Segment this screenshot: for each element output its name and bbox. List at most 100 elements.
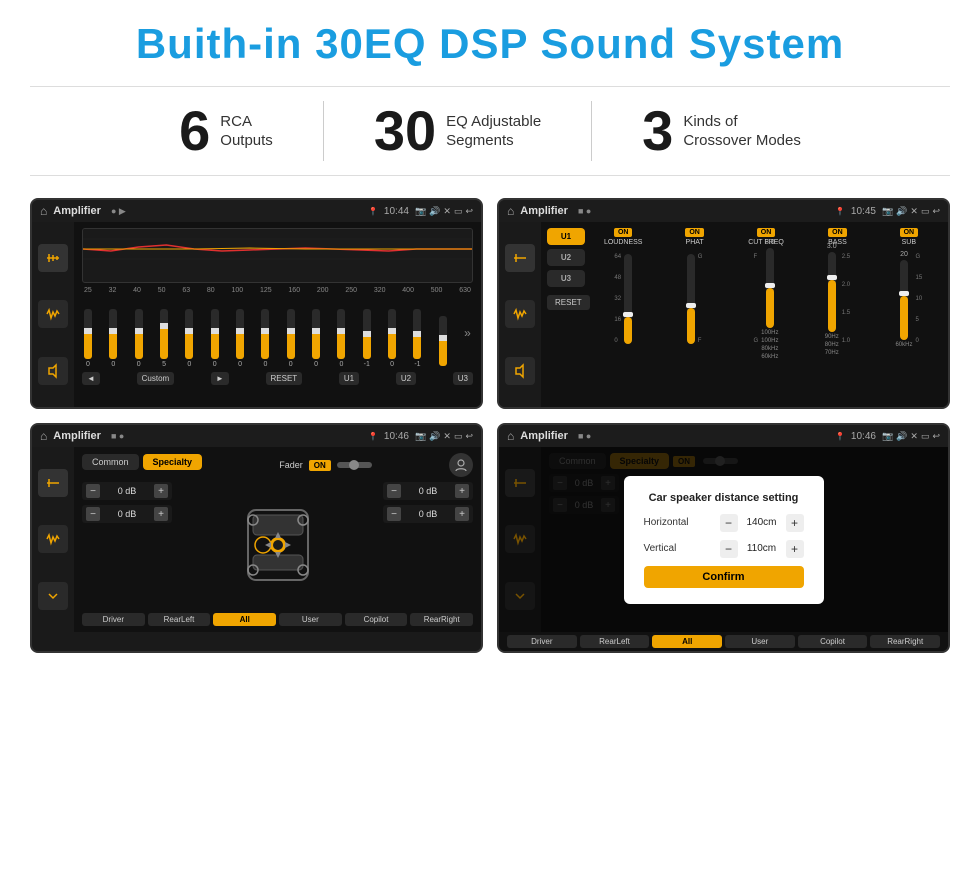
horizontal-minus-btn[interactable]: − xyxy=(720,514,738,532)
eq-slider-2[interactable]: 0 xyxy=(135,309,143,368)
eq-slider-7[interactable]: 0 xyxy=(261,309,269,368)
stat-text-crossover: Kinds ofCrossover Modes xyxy=(683,112,801,151)
sub-slider[interactable] xyxy=(900,260,908,340)
sidebar-eq-btn-2[interactable] xyxy=(505,244,535,272)
sidebar-eq-btn[interactable] xyxy=(38,244,68,272)
sidebar-wave-btn-3[interactable] xyxy=(38,525,68,553)
freq-label-1: 32 xyxy=(109,287,117,294)
rr-minus-btn[interactable]: − xyxy=(387,507,401,521)
tab-common[interactable]: Common xyxy=(82,454,139,470)
fader-label: Fader xyxy=(279,460,303,470)
camera-icon-3: 📷 xyxy=(415,431,426,442)
preset-u1[interactable]: U1 xyxy=(547,228,585,245)
camera-icon-1: 📷 xyxy=(415,206,426,217)
eq-u3-btn[interactable]: U3 xyxy=(453,372,473,385)
eq-reset-btn[interactable]: RESET xyxy=(266,372,303,385)
volume-icon-2: 🔊 xyxy=(896,206,907,217)
btn-rear-right-4[interactable]: RearRight xyxy=(870,635,940,648)
eq-slider-8[interactable]: 0 xyxy=(287,309,295,368)
sidebar-eq-btn-3[interactable] xyxy=(38,469,68,497)
btn-driver[interactable]: Driver xyxy=(82,613,145,626)
confirm-button[interactable]: Confirm xyxy=(644,566,804,588)
rl-minus-btn[interactable]: − xyxy=(86,507,100,521)
channel-sub: ON SUB 20 60kHz xyxy=(876,228,942,401)
cutfreq-scale-left: F G xyxy=(754,254,759,344)
rr-plus-btn[interactable]: + xyxy=(455,507,469,521)
speaker-right-controls: − 0 dB + − 0 dB + xyxy=(383,482,473,608)
eq-slider-14[interactable] xyxy=(439,316,447,368)
speaker-center-diagram xyxy=(180,482,375,608)
btn-all[interactable]: All xyxy=(213,613,276,626)
eq-slider-13[interactable]: -1 xyxy=(413,309,421,368)
sidebar-speaker-btn-2[interactable] xyxy=(505,357,535,385)
left-sidebar-2 xyxy=(499,222,541,407)
screen-content-4: Common Specialty ON − 0 dB + xyxy=(499,447,948,632)
eq-slider-9[interactable]: 0 xyxy=(312,309,320,368)
eq-u1-btn[interactable]: U1 xyxy=(339,372,359,385)
btn-rear-left-4[interactable]: RearLeft xyxy=(580,635,650,648)
channel-phat: ON PHAT G F xyxy=(661,228,727,401)
btn-copilot[interactable]: Copilot xyxy=(345,613,408,626)
sidebar-wave-btn-2[interactable] xyxy=(505,300,535,328)
vertical-value: 110cm xyxy=(742,543,782,554)
eq-slider-6[interactable]: 0 xyxy=(236,309,244,368)
sidebar-wave-btn[interactable] xyxy=(38,300,68,328)
fader-toggle[interactable]: ON xyxy=(309,460,331,471)
btn-user[interactable]: User xyxy=(279,613,342,626)
eq-area: 25 32 40 50 63 80 100 125 160 200 250 32… xyxy=(74,222,481,407)
sidebar-expand-btn-3[interactable] xyxy=(38,582,68,610)
sidebar-speaker-btn[interactable] xyxy=(38,357,68,385)
preset-u3[interactable]: U3 xyxy=(547,270,585,287)
screen-crossover: ⌂ Amplifier ■ ● 📍 10:45 📷 🔊 ✕ ▭ ↩ xyxy=(497,198,950,409)
btn-copilot-4[interactable]: Copilot xyxy=(798,635,868,648)
wifi-icon-3: ✕ xyxy=(443,431,451,442)
screenshots-grid: ⌂ Amplifier ● ▶ 📍 10:44 📷 🔊 ✕ ▭ ↩ xyxy=(30,198,950,653)
status-bar-4: ⌂ Amplifier ■ ● 📍 10:46 📷 🔊 ✕ ▭ ↩ xyxy=(499,425,948,447)
btn-rear-right[interactable]: RearRight xyxy=(410,613,473,626)
fr-minus-btn[interactable]: − xyxy=(387,484,401,498)
left-sidebar-1 xyxy=(32,222,74,407)
rl-plus-btn[interactable]: + xyxy=(154,507,168,521)
eq-slider-5[interactable]: 0 xyxy=(211,309,219,368)
loudness-slider[interactable] xyxy=(624,254,632,344)
profile-btn[interactable] xyxy=(449,453,473,477)
eq-slider-1[interactable]: 0 xyxy=(109,309,117,368)
fader-slider[interactable] xyxy=(337,462,372,468)
btn-rear-left[interactable]: RearLeft xyxy=(148,613,211,626)
eq-slider-11[interactable]: -1 xyxy=(363,309,371,368)
btn-all-4[interactable]: All xyxy=(652,635,722,648)
horizontal-plus-btn[interactable]: + xyxy=(786,514,804,532)
eq-slider-4[interactable]: 0 xyxy=(185,309,193,368)
vertical-plus-btn[interactable]: + xyxy=(786,540,804,558)
eq-custom-btn[interactable]: Custom xyxy=(137,372,175,385)
btn-user-4[interactable]: User xyxy=(725,635,795,648)
app-name-1: Amplifier xyxy=(53,205,101,217)
status-bar-1: ⌂ Amplifier ● ▶ 📍 10:44 📷 🔊 ✕ ▭ ↩ xyxy=(32,200,481,222)
eq-slider-3[interactable]: 5 xyxy=(160,309,168,368)
eq-play-btn[interactable]: ► xyxy=(211,372,229,385)
preset-u2[interactable]: U2 xyxy=(547,249,585,266)
eq-u2-btn[interactable]: U2 xyxy=(396,372,416,385)
phat-slider[interactable] xyxy=(687,254,695,344)
vertical-minus-btn[interactable]: − xyxy=(720,540,738,558)
speaker-left-controls: − 0 dB + − 0 dB + xyxy=(82,482,172,608)
freq-label-12: 400 xyxy=(402,287,414,294)
fl-plus-btn[interactable]: + xyxy=(154,484,168,498)
eq-slider-10[interactable]: 0 xyxy=(337,309,345,368)
fl-minus-btn[interactable]: − xyxy=(86,484,100,498)
status-time-1: 10:44 xyxy=(384,206,409,217)
eq-slider-12[interactable]: 0 xyxy=(388,309,396,368)
tab-specialty[interactable]: Specialty xyxy=(143,454,203,470)
phat-scale: G F xyxy=(698,254,703,344)
fr-plus-btn[interactable]: + xyxy=(455,484,469,498)
eq-slider-0[interactable]: 0 xyxy=(84,309,92,368)
play-icons-3: ■ ● xyxy=(111,431,124,441)
cutfreq-slider[interactable] xyxy=(766,248,774,328)
eq-prev-btn[interactable]: ◄ xyxy=(82,372,100,385)
bass-slider[interactable] xyxy=(828,252,836,332)
crossover-reset-btn[interactable]: RESET xyxy=(547,295,590,310)
loudness-on-badge: ON xyxy=(614,228,633,237)
btn-driver-4[interactable]: Driver xyxy=(507,635,577,648)
forward-icon[interactable]: » xyxy=(464,326,471,340)
sub-on-badge: ON xyxy=(900,228,919,237)
